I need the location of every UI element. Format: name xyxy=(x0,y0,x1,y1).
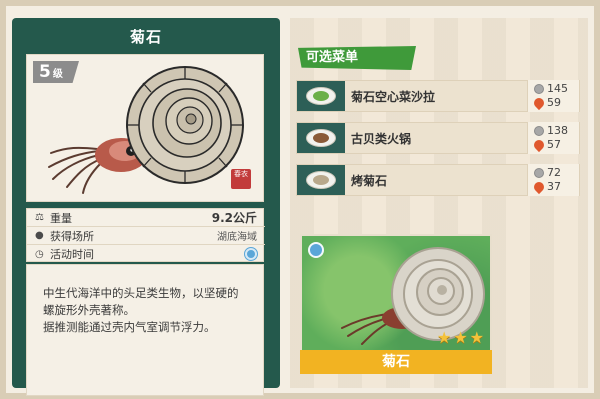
dish-value: 37 xyxy=(547,180,561,193)
dish-thumbnail xyxy=(297,123,345,153)
dish-thumbnail xyxy=(297,165,345,195)
daytime-sun-icon xyxy=(245,248,257,260)
star-icon: ★ xyxy=(469,328,484,347)
dish-stats: 72 37 xyxy=(527,164,579,196)
dish-price: 72 xyxy=(547,166,561,179)
dish-name: 烤菊石 xyxy=(351,173,388,188)
specimen-illustration: 5 级 春衣 xyxy=(26,54,264,202)
dish-price: 145 xyxy=(547,82,568,95)
weight-row: ⚖ 重量 9.2公斤 xyxy=(27,209,265,227)
coin-icon xyxy=(534,168,544,178)
dish-value: 59 xyxy=(547,96,561,109)
flame-icon xyxy=(531,95,547,111)
level-badge: 5 级 xyxy=(33,61,79,83)
dish-stats: 145 59 xyxy=(527,80,579,112)
section-banner: 可选菜单 xyxy=(298,46,416,70)
info-table: ⚖ 重量 9.2公斤 ● 获得场所 湖底海域 ◷ 活动时间 xyxy=(26,208,265,263)
level-unit: 级 xyxy=(52,69,63,80)
location-label: 获得场所 xyxy=(50,229,94,243)
menu-item[interactable]: 烤菊石 72 37 xyxy=(296,164,580,196)
dish-thumbnail xyxy=(297,81,345,111)
flame-icon xyxy=(531,179,547,195)
star-icon: ★ xyxy=(436,328,452,347)
time-label: 活动时间 xyxy=(50,248,94,261)
fish-title: 菊石 xyxy=(129,28,162,46)
time-row: ◷ 活动时间 xyxy=(27,245,265,263)
rating-stars: ★ ★ ★ xyxy=(437,328,484,347)
location-pin-icon: ● xyxy=(35,230,44,241)
roast-dish-icon xyxy=(306,171,336,189)
dish-price: 138 xyxy=(547,124,568,137)
fish-card[interactable]: ★ ★ ★ 菊石 xyxy=(300,234,492,374)
hotpot-icon xyxy=(306,129,336,147)
artist-stamp: 春衣 xyxy=(231,169,251,189)
scale-icon: ⚖ xyxy=(35,212,44,223)
dish-name: 菊石空心菜沙拉 xyxy=(351,89,436,104)
weight-value: 9.2公斤 xyxy=(211,211,257,225)
card-name: 菊石 xyxy=(300,350,492,374)
star-icon: ★ xyxy=(453,328,468,347)
flame-icon xyxy=(531,137,547,153)
coin-icon xyxy=(534,84,544,94)
location-row: ● 获得场所 湖底海域 xyxy=(27,227,265,245)
clock-icon: ◷ xyxy=(35,248,44,260)
description-line-1: 中生代海洋中的头足类生物，以坚硬的螺旋形外壳著称。 xyxy=(43,286,239,317)
coin-icon xyxy=(534,126,544,136)
salad-plate-icon xyxy=(306,87,336,105)
menu-item[interactable]: 古贝类火锅 138 57 xyxy=(296,122,580,154)
description-box: 中生代海洋中的头足类生物，以坚硬的螺旋形外壳著称。 据推测能通过壳内气室调节浮力… xyxy=(26,264,264,396)
level-number: 5 xyxy=(39,62,51,82)
description-line-2: 据推测能通过壳内气室调节浮力。 xyxy=(43,320,216,334)
dish-name: 古贝类火锅 xyxy=(351,131,412,146)
dish-value: 57 xyxy=(547,138,561,151)
menu-panel: 可选菜单 菊石空心菜沙拉 145 59 古贝类火锅 138 57 烤菊石 72 … xyxy=(290,18,588,388)
fish-detail-panel: 菊石 5 级 春衣 ⚖ 重量 9.2公斤 ● 获得场所 湖底海域 ◷ 活动时间 … xyxy=(12,18,280,396)
location-value: 湖底海域 xyxy=(217,232,257,243)
weight-label: 重量 xyxy=(50,211,72,225)
menu-item[interactable]: 菊石空心菜沙拉 145 59 xyxy=(296,80,580,112)
sun-icon xyxy=(308,242,324,258)
dish-stats: 138 57 xyxy=(527,122,579,154)
